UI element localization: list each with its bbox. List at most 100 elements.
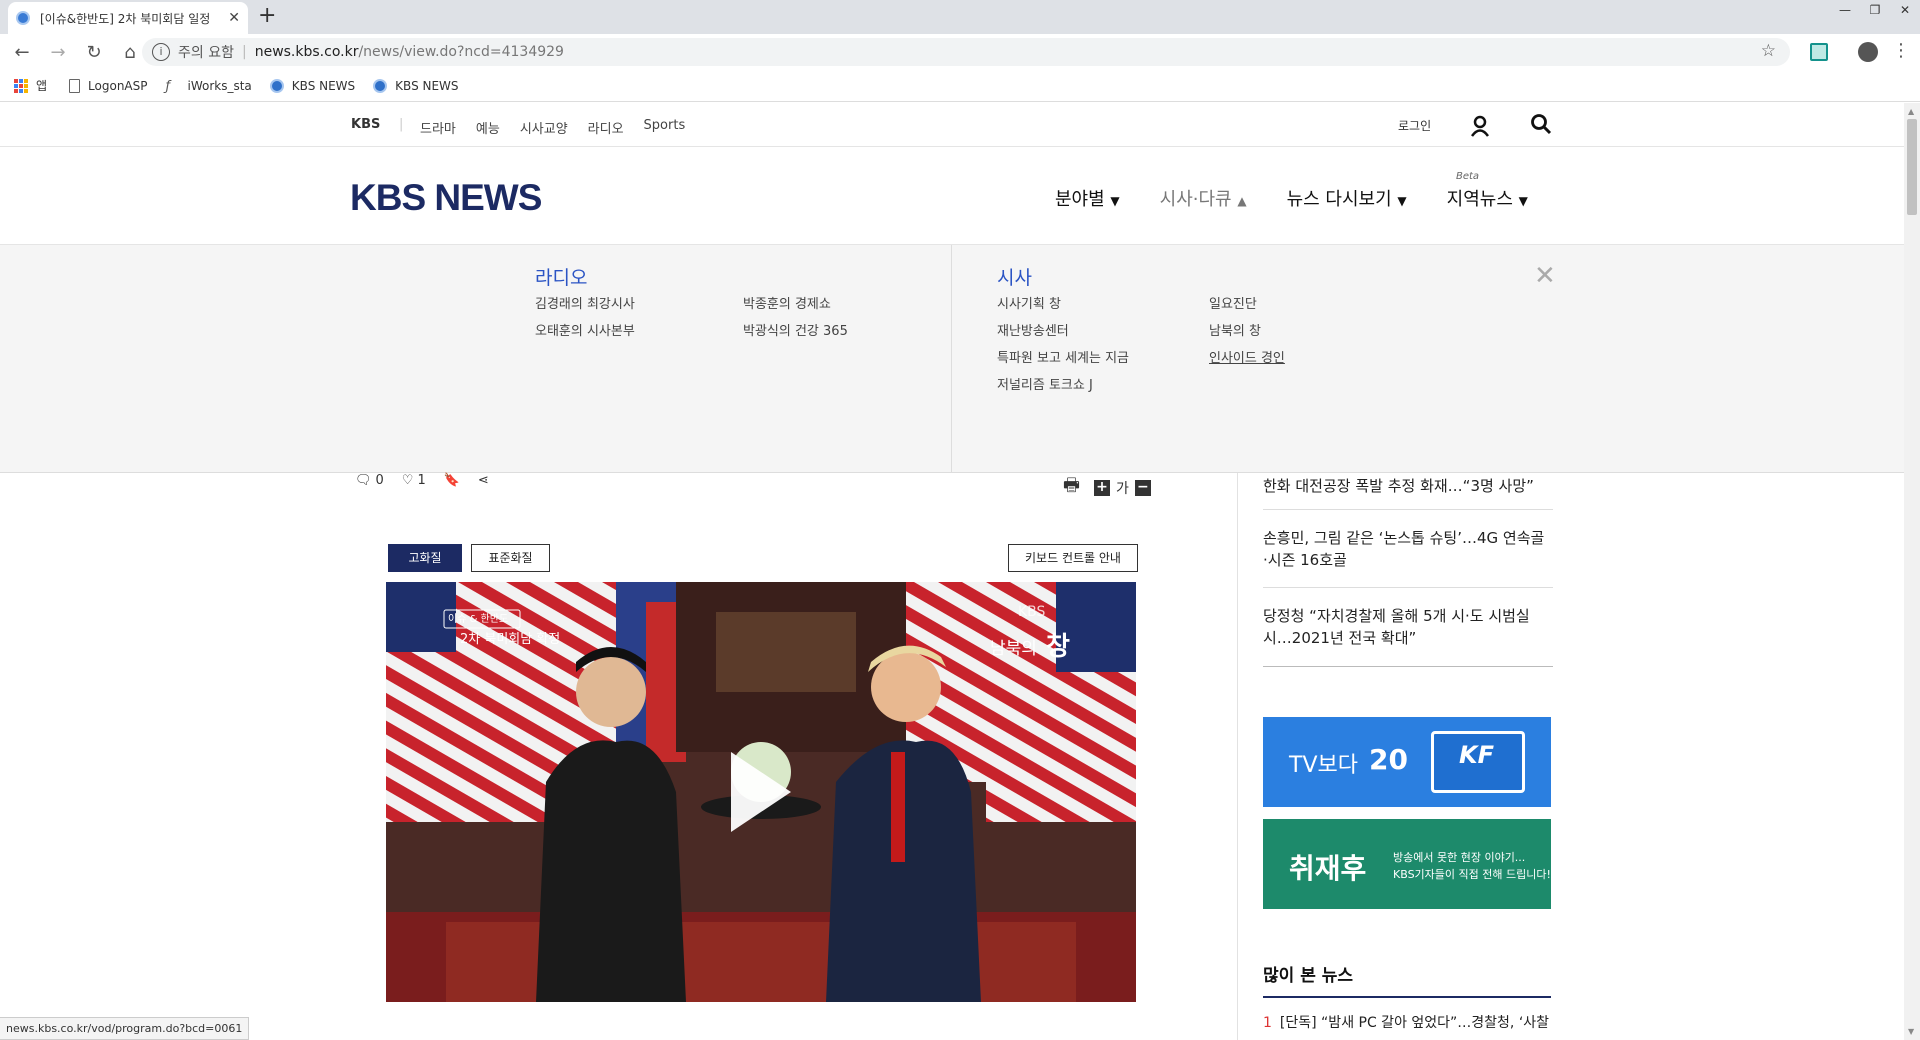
tab-title: [이슈&한반도] 2차 북미회담 일정 — [40, 11, 211, 26]
scroll-up-icon[interactable]: ▲ — [1908, 107, 1914, 116]
nav-radio[interactable]: 라디오 — [588, 118, 624, 137]
new-tab-icon[interactable]: + — [258, 5, 276, 27]
home-icon[interactable]: ⌂ — [116, 38, 144, 66]
bookmark-apps[interactable]: 앱 — [14, 77, 47, 94]
close-icon[interactable]: ✕ — [1534, 263, 1556, 289]
extension-icon[interactable] — [1810, 43, 1828, 61]
video-watermark: KBS — [1018, 604, 1046, 620]
dropdown-item[interactable]: 남북의 창 — [1209, 320, 1261, 339]
dropdown-divider — [951, 245, 952, 473]
close-window-icon[interactable]: ✕ — [1890, 0, 1920, 22]
browser-tab[interactable]: [이슈&한반도] 2차 북미회담 일정 ✕ — [8, 2, 248, 34]
bookmark-label: iWorks_sta — [187, 78, 252, 93]
popular-item[interactable]: 1 [단독] “밤새 PC 갈아 엎었다”…경찰청, ‘사찰 — [1263, 1012, 1553, 1032]
bookmark-logonasp[interactable]: LogonASP — [69, 78, 148, 93]
keyboard-help-button[interactable]: 키보드 컨트롤 안내 — [1008, 544, 1138, 572]
bookmark-kbs-news-1[interactable]: KBS NEWS — [269, 78, 355, 93]
kbs-home-link[interactable]: KBS — [351, 117, 380, 132]
forward-icon[interactable]: → — [44, 38, 72, 66]
nav-sports[interactable]: Sports — [644, 118, 686, 137]
font-decrease-icon[interactable]: − — [1134, 480, 1151, 496]
minimize-icon[interactable]: — — [1830, 0, 1860, 22]
url-text: news.kbs.co.kr/news/view.do?ncd=4134929 — [255, 44, 564, 60]
nav-entertainment[interactable]: 예능 — [476, 118, 500, 137]
headline-item[interactable]: 당정청 “자치경찰제 올해 5개 시·도 시범실시…2021년 전국 확대” — [1263, 605, 1553, 649]
dropdown-item[interactable]: 김경래의 최강시사 — [535, 293, 635, 312]
dropdown-item[interactable]: 박광식의 건강 365 — [743, 320, 848, 339]
user-icon[interactable] — [1470, 115, 1490, 142]
share-icon: ⋖ — [477, 473, 489, 488]
headline-item[interactable]: 한화 대전공장 폭발 추정 화재…“3명 사망” — [1263, 475, 1553, 497]
after-coverage-banner[interactable]: 취재후 방송에서 못한 현장 이야기... KBS기자들이 직접 전해 드립니다… — [1263, 819, 1551, 909]
menu-local-news[interactable]: 지역뉴스 ▼ — [1447, 185, 1528, 211]
nav-culture[interactable]: 시사교양 — [520, 118, 568, 137]
page-scrollbar[interactable]: ▲ ▼ — [1904, 103, 1920, 1040]
headline-divider — [1263, 666, 1553, 667]
info-icon[interactable]: i — [152, 43, 170, 61]
dropdown-item-hovered[interactable]: 인사이드 경인 — [1209, 347, 1285, 366]
browser-menu-icon[interactable]: ⋮ — [1892, 40, 1910, 62]
popular-news-title: 많이 본 뉴스 — [1263, 966, 1354, 986]
like-count: 1 — [417, 473, 426, 488]
quality-high-button[interactable]: 고화질 — [388, 544, 462, 572]
like-button[interactable]: ♡ 1 — [402, 473, 426, 488]
address-bar[interactable]: i 주의 요함 | news.kbs.co.kr/news/view.do?nc… — [142, 38, 1790, 66]
kf-banner[interactable]: TV보다 20 KF — [1263, 717, 1551, 807]
nav-divider: | — [399, 117, 404, 132]
font-size-control: + 가 − — [1094, 478, 1151, 498]
window-controls: — ❐ ✕ — [1830, 0, 1920, 22]
dropdown-radio-title: 라디오 — [535, 267, 588, 289]
video-player[interactable]: 이슈 & 한반도 2차 북미회담 확정 KBS 남북의 창 — [386, 582, 1136, 1002]
back-icon[interactable]: ← — [8, 38, 36, 66]
iworks-icon: ƒ — [165, 78, 171, 94]
kbs-top-nav: KBS | 드라마 예능 시사교양 라디오 Sports 로그인 — [0, 103, 1904, 147]
print-icon[interactable]: 🖶 — [1063, 473, 1080, 503]
dropdown-item[interactable]: 저널리즘 토크쇼 J — [997, 374, 1093, 393]
url-path: /news/view.do?ncd=4134929 — [358, 44, 564, 60]
dropdown-item[interactable]: 재난방송센터 — [997, 320, 1069, 339]
dropdown-item[interactable]: 시사기획 창 — [997, 293, 1061, 312]
login-link[interactable]: 로그인 — [1398, 117, 1431, 134]
menu-label: 지역뉴스 — [1446, 189, 1513, 210]
page-icon — [69, 78, 81, 93]
url-host: news.kbs.co.kr — [254, 44, 359, 60]
bookmark-kbs-news-2[interactable]: KBS NEWS — [373, 78, 459, 93]
apps-grid-icon — [14, 78, 28, 93]
quality-standard-button[interactable]: 표준화질 — [471, 544, 550, 572]
popular-underline — [1263, 996, 1551, 998]
comment-button[interactable]: 🗨 0 — [355, 473, 384, 488]
comment-icon: 🗨 — [355, 473, 372, 488]
menu-by-field[interactable]: 분야별 ▼ — [1055, 185, 1120, 211]
menu-current-docu[interactable]: 시사·다큐 ▲ — [1160, 185, 1247, 211]
headline-item[interactable]: 손흥민, 그림 같은 ‘논스톱 슈팅’…4G 연속골 ·시즌 16호골 — [1263, 527, 1553, 571]
address-separator: | — [241, 44, 247, 60]
banner-title: 취재후 — [1289, 852, 1367, 885]
popular-title: [단독] “밤새 PC 갈아 엎었다”…경찰청, ‘사찰 — [1279, 1015, 1550, 1031]
nav-drama[interactable]: 드라마 — [420, 118, 456, 137]
menu-label: 시사·다큐 — [1159, 189, 1232, 210]
search-icon[interactable] — [1530, 113, 1552, 141]
close-tab-icon[interactable]: ✕ — [228, 10, 240, 26]
dropdown-item[interactable]: 오태훈의 시사본부 — [535, 320, 635, 339]
scroll-thumb[interactable] — [1907, 119, 1917, 215]
restore-icon[interactable]: ❐ — [1860, 0, 1890, 22]
dropdown-item[interactable]: 박종훈의 경제쇼 — [743, 293, 831, 312]
scroll-down-icon[interactable]: ▼ — [1908, 1027, 1914, 1036]
share-button[interactable]: ⋖ — [478, 473, 489, 488]
font-increase-icon[interactable]: + — [1094, 480, 1110, 496]
dropdown-item[interactable]: 일요진단 — [1209, 293, 1257, 312]
reload-icon[interactable]: ↻ — [80, 38, 108, 66]
kbs-news-logo[interactable]: KBS NEWS — [350, 177, 542, 219]
program-logo-char: 창 — [1046, 632, 1070, 662]
bookmark-button[interactable]: 🔖 — [444, 473, 460, 488]
bookmark-star-icon[interactable]: ☆ — [1761, 41, 1776, 61]
menu-news-replay[interactable]: 뉴스 다시보기 ▼ — [1287, 185, 1407, 211]
kbs-favicon-icon — [373, 78, 388, 93]
bookmark-iworks[interactable]: ƒ iWorks_sta — [165, 78, 252, 94]
heart-icon: ♡ — [401, 473, 414, 488]
dropdown-item[interactable]: 특파원 보고 세계는 지금 — [997, 347, 1129, 366]
headline-divider — [1263, 509, 1553, 510]
profile-icon[interactable] — [1858, 42, 1878, 62]
sisa-docu-dropdown: 라디오 김경래의 최강시사 박종훈의 경제쇼 오태훈의 시사본부 박광식의 건강… — [0, 245, 1904, 473]
security-warning: 주의 요함 — [178, 45, 234, 61]
